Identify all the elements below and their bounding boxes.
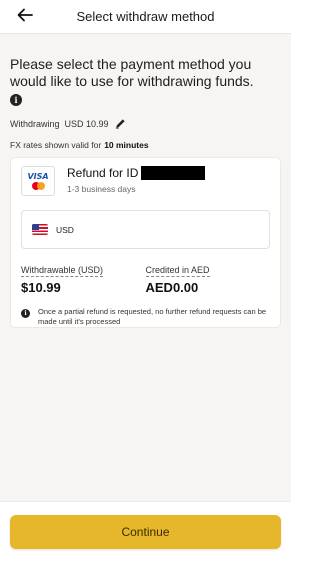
page-title: Select withdraw method — [76, 9, 215, 24]
currency-selector[interactable]: USD — [21, 210, 270, 249]
amounts-row: Withdrawable (USD) $10.99 Credited in AE… — [21, 260, 270, 295]
footer-bar: Continue — [0, 501, 291, 565]
processing-time: 1-3 business days — [67, 184, 136, 194]
redacted-id — [141, 166, 206, 180]
card-info: Refund for ID 1-3 business days — [67, 166, 206, 194]
main-content: Please select the payment method you wou… — [0, 34, 291, 501]
withdrawing-amount: USD 10.99 — [64, 118, 109, 129]
card-header: VISA Refund for ID 1-3 business days — [21, 166, 270, 196]
withdrawing-label: Withdrawing — [10, 118, 60, 129]
withdrawing-row: Withdrawing USD 10.99 — [10, 118, 281, 129]
withdrawable-value: $10.99 — [21, 280, 61, 295]
arrow-left-icon — [17, 8, 33, 22]
refund-title: Refund for ID — [67, 166, 139, 180]
credited-label[interactable]: Credited in AED — [145, 265, 210, 277]
top-app-bar: Select withdraw method — [0, 0, 291, 34]
pencil-icon[interactable] — [115, 118, 126, 129]
back-button[interactable] — [14, 4, 36, 26]
currency-code: USD — [56, 224, 74, 235]
fx-rate-note: FX rates shown valid for 10 minutes — [10, 140, 281, 150]
mastercard-logo — [31, 182, 45, 190]
fx-label: FX rates shown valid for — [10, 140, 102, 150]
refund-note: i Once a partial refund is requested, no… — [21, 307, 270, 327]
us-flag-icon — [32, 224, 48, 235]
intro-text: Please select the payment method you wou… — [10, 56, 254, 89]
note-text: Once a partial refund is requested, no f… — [38, 307, 267, 326]
credited-value: AED0.00 — [145, 280, 199, 295]
fx-duration: 10 minutes — [104, 140, 149, 150]
credited-col: Credited in AED AED0.00 — [145, 260, 271, 295]
info-icon: i — [21, 309, 30, 318]
continue-button[interactable]: Continue — [10, 515, 281, 549]
withdrawable-col: Withdrawable (USD) $10.99 — [21, 260, 146, 295]
withdrawable-label[interactable]: Withdrawable (USD) — [21, 265, 104, 277]
visa-logo: VISA — [27, 172, 49, 181]
refund-method-card[interactable]: VISA Refund for ID 1-3 business days USD… — [10, 157, 281, 328]
info-icon[interactable]: i — [10, 94, 22, 106]
card-brand-logo: VISA — [21, 166, 55, 196]
